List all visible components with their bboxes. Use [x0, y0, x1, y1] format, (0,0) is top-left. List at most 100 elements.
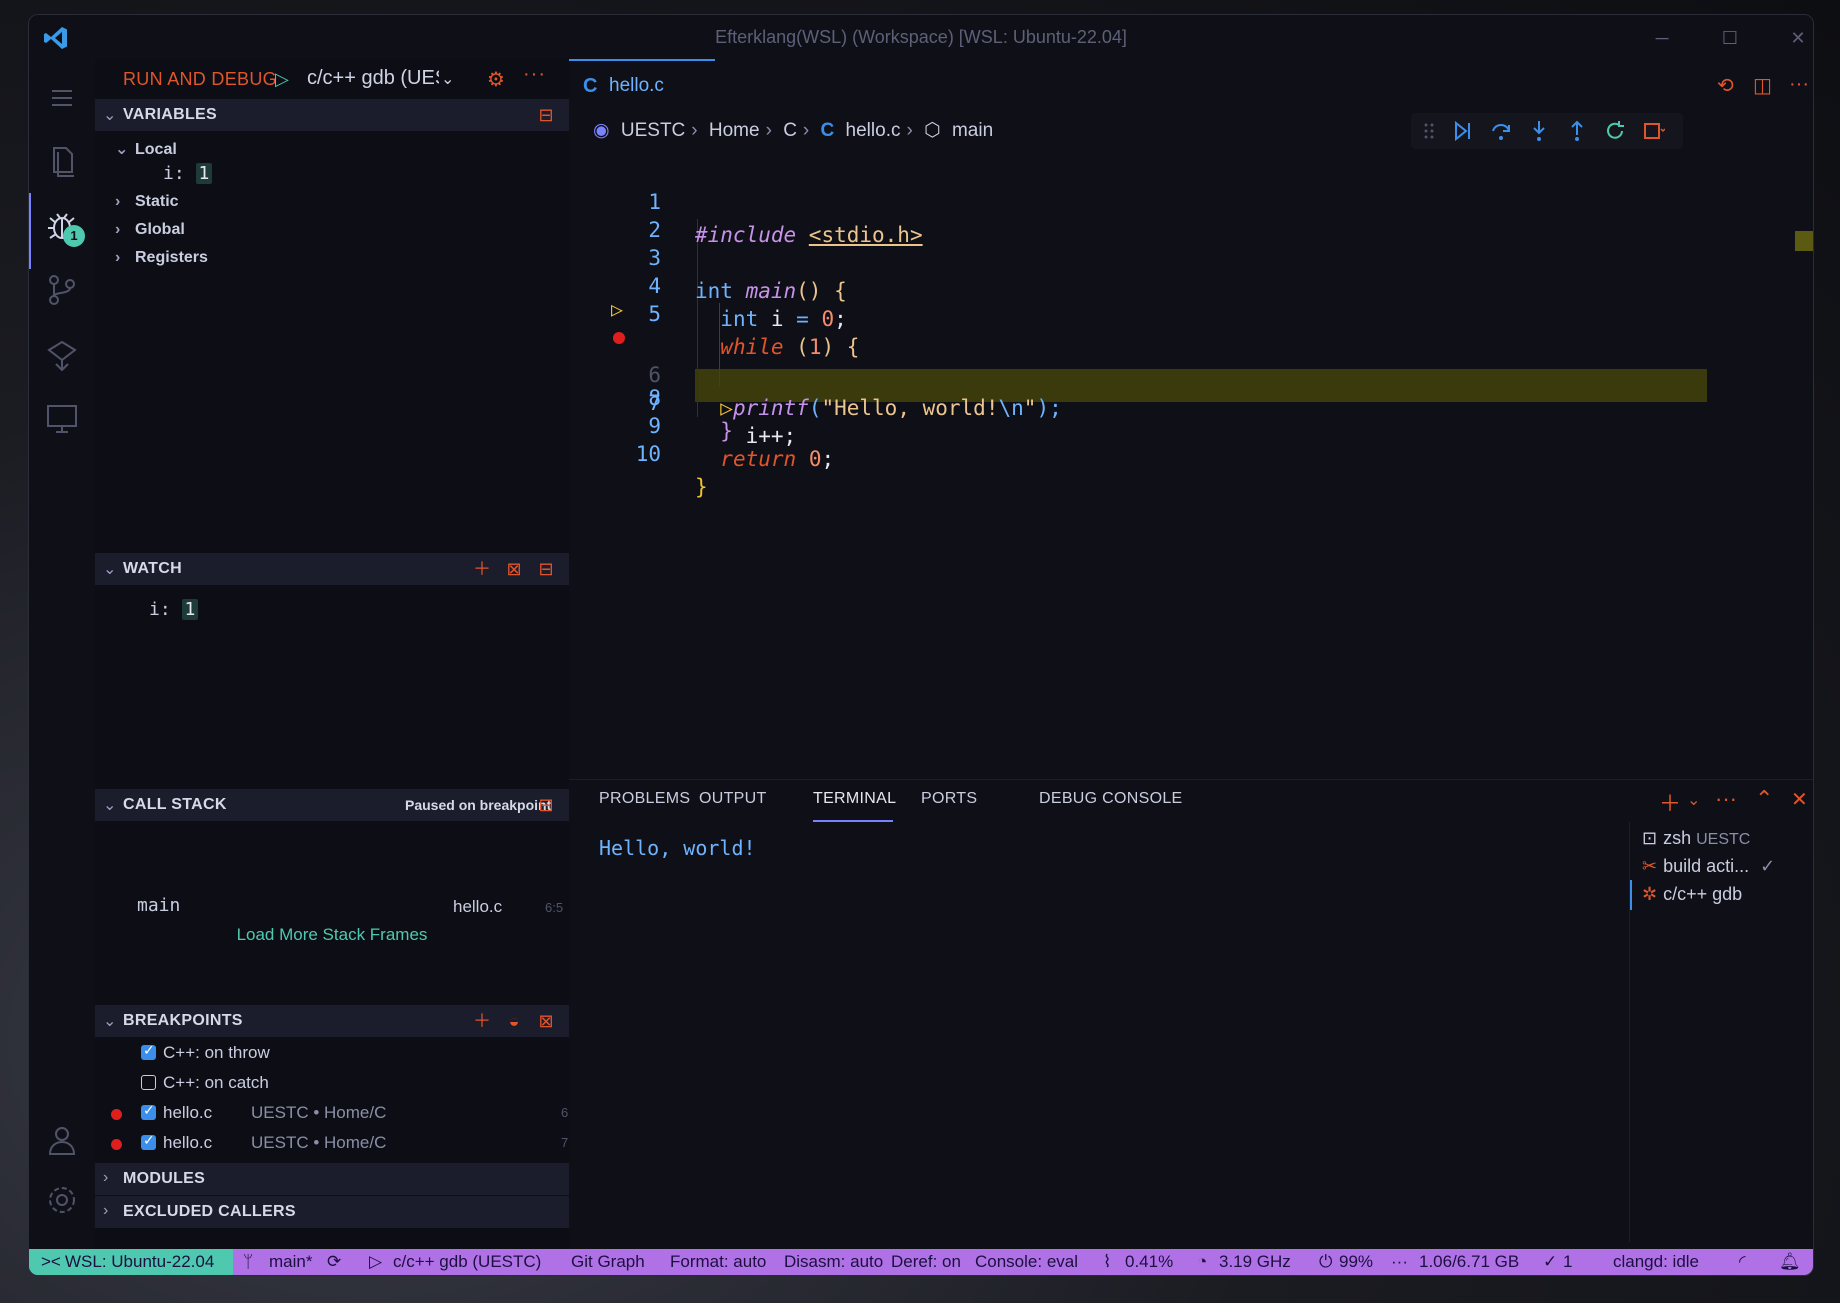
- editor-tab-bar: C hello.c ⟲ ◫ ···: [569, 59, 1813, 111]
- debug-config-select[interactable]: c/c++ gdb (UESTC): [307, 67, 439, 90]
- tab-debug-console[interactable]: DEBUG CONSOLE: [1039, 790, 1183, 808]
- toggle-breakpoints-icon[interactable]: ◒: [503, 1010, 525, 1032]
- continue-icon[interactable]: [1451, 119, 1477, 143]
- start-debug-icon[interactable]: ▷: [275, 69, 289, 90]
- variables-header[interactable]: ⌄ VARIABLES ⊟: [95, 99, 569, 131]
- editor-area: C hello.c ⟲ ◫ ··· ◉ UESTC › Home › C › C he…: [569, 59, 1813, 779]
- collapse-all-icon[interactable]: ⊟: [535, 558, 557, 580]
- debug-session[interactable]: c/c++ gdb (UESTC): [393, 1252, 541, 1272]
- maximize-panel-icon[interactable]: ⌃: [1755, 786, 1773, 812]
- tab-terminal[interactable]: TERMINAL: [813, 790, 896, 808]
- breakpoint-item[interactable]: C++: on catch: [95, 1071, 569, 1098]
- symbol-method-icon: ⬡: [924, 120, 941, 141]
- modules-header[interactable]: › MODULES: [95, 1163, 569, 1195]
- check-count[interactable]: 1: [1563, 1252, 1572, 1272]
- breakpoints-header[interactable]: ⌄ BREAKPOINTS ＋ ◒ ⊠: [95, 1005, 569, 1037]
- debug-bug-icon: ✲: [1642, 884, 1658, 904]
- terminal-output[interactable]: Hello, world!: [599, 836, 756, 860]
- remote-indicator[interactable]: >< WSL: Ubuntu-22.04: [29, 1249, 233, 1275]
- variable-value: 1: [195, 163, 213, 184]
- breadcrumb-item[interactable]: C: [783, 120, 797, 141]
- tree-global[interactable]: › Global: [115, 221, 185, 239]
- more-icon[interactable]: ···: [523, 63, 546, 86]
- chevron-right-icon: ›: [115, 221, 121, 238]
- git-graph[interactable]: Git Graph: [571, 1252, 645, 1272]
- stack-frame[interactable]: main: [137, 895, 180, 916]
- chevron-down-icon[interactable]: ⌄: [441, 69, 454, 89]
- sync-icon[interactable]: ⟳: [327, 1252, 341, 1272]
- breakpoint-item[interactable]: hello.c UESTC • Home/C 6: [95, 1101, 569, 1128]
- breakpoint-checkbox[interactable]: [141, 1075, 156, 1090]
- collapse-all-icon[interactable]: ⊟: [535, 794, 557, 816]
- terminal-item-build[interactable]: ✂ build acti... ✓: [1642, 856, 1775, 877]
- explorer-icon[interactable]: [41, 139, 83, 181]
- callstack-header[interactable]: ⌄ CALL STACK Paused on breakpoint ⊟: [95, 789, 569, 821]
- breadcrumb-item[interactable]: Home: [709, 120, 760, 141]
- settings-gear-icon[interactable]: [41, 1179, 83, 1221]
- watch-title: WATCH: [123, 560, 182, 577]
- stop-icon[interactable]: [1641, 119, 1667, 143]
- terminal-item-gdb[interactable]: ✲ c/c++ gdb: [1642, 884, 1742, 905]
- maximize-button[interactable]: ☐: [1717, 25, 1743, 51]
- watch-header[interactable]: ⌄ WATCH ＋ ⊠ ⊟: [95, 553, 569, 585]
- more-icon[interactable]: ···: [1789, 73, 1809, 96]
- collapse-all-icon[interactable]: ⊟: [535, 104, 557, 126]
- bell-icon[interactable]: 🔔︎: [1779, 1252, 1801, 1272]
- tree-registers[interactable]: › Registers: [115, 249, 208, 267]
- extensions-icon[interactable]: [41, 335, 83, 377]
- add-breakpoint-icon[interactable]: ＋: [471, 1010, 493, 1032]
- breakpoint-checkbox[interactable]: [141, 1042, 156, 1060]
- variables-title: VARIABLES: [123, 106, 217, 123]
- console-status[interactable]: Console: eval: [975, 1252, 1078, 1272]
- timeline-icon[interactable]: ⟲: [1717, 73, 1734, 98]
- excluded-callers-header[interactable]: › EXCLUDED CALLERS: [95, 1196, 569, 1228]
- breadcrumb-item[interactable]: UESTC: [621, 120, 685, 141]
- breakpoint-checkbox[interactable]: [141, 1102, 156, 1120]
- source-control-icon[interactable]: [41, 269, 83, 311]
- breakpoint-checkbox[interactable]: [141, 1132, 156, 1150]
- step-over-icon[interactable]: [1489, 119, 1515, 143]
- remote-explorer-icon[interactable]: [41, 397, 83, 439]
- remove-all-breakpoints-icon[interactable]: ⊠: [535, 1010, 557, 1032]
- breakpoint-dot-icon[interactable]: [613, 332, 625, 344]
- deref-status[interactable]: Deref: on: [891, 1252, 961, 1272]
- variable-i[interactable]: i: 1: [163, 163, 213, 184]
- tab-ports[interactable]: PORTS: [921, 790, 977, 808]
- split-editor-icon[interactable]: ◫: [1753, 73, 1772, 98]
- clangd-status[interactable]: clangd: idle: [1613, 1252, 1699, 1272]
- more-icon[interactable]: ···: [1715, 786, 1737, 812]
- tree-local[interactable]: ⌄ Local: [115, 139, 177, 159]
- close-panel-icon[interactable]: ✕: [1791, 787, 1808, 812]
- drag-handle-icon[interactable]: [1417, 119, 1443, 143]
- breadcrumb-item[interactable]: main: [952, 120, 993, 141]
- minimize-button[interactable]: ─: [1649, 25, 1675, 51]
- new-terminal-icon[interactable]: ＋: [1659, 786, 1681, 818]
- tab-output[interactable]: OUTPUT: [699, 790, 767, 808]
- format-status[interactable]: Format: auto: [670, 1252, 766, 1272]
- account-icon[interactable]: [41, 1119, 83, 1161]
- remote-icon: ><: [41, 1252, 61, 1271]
- scrollbar-marker[interactable]: [1795, 231, 1813, 251]
- add-watch-icon[interactable]: ＋: [471, 558, 493, 580]
- step-out-icon[interactable]: [1565, 119, 1591, 143]
- git-branch[interactable]: main*: [269, 1252, 312, 1272]
- tree-static[interactable]: › Static: [115, 193, 179, 211]
- gear-icon[interactable]: ⚙: [487, 67, 505, 92]
- step-into-icon[interactable]: [1527, 119, 1553, 143]
- close-window-button[interactable]: ✕: [1785, 25, 1811, 51]
- watch-item[interactable]: i: 1: [149, 599, 199, 620]
- restart-icon[interactable]: [1603, 119, 1629, 143]
- disasm-status[interactable]: Disasm: auto: [784, 1252, 883, 1272]
- tab-hello-c[interactable]: C hello.c: [569, 59, 715, 111]
- breadcrumb-item[interactable]: hello.c: [846, 120, 901, 141]
- remove-all-icon[interactable]: ⊠: [503, 558, 525, 580]
- chevron-down-icon[interactable]: ⌄: [1687, 790, 1700, 810]
- breakpoint-item[interactable]: hello.c UESTC • Home/C 7: [95, 1131, 569, 1158]
- breakpoint-item[interactable]: C++: on throw: [95, 1041, 569, 1068]
- callstack-title: CALL STACK: [123, 796, 227, 813]
- load-more-frames-link[interactable]: Load More Stack Frames: [95, 925, 569, 945]
- terminal-item-zsh[interactable]: ⊡ zsh UESTC: [1642, 828, 1750, 849]
- tab-problems[interactable]: PROBLEMS: [599, 790, 690, 808]
- menu-icon[interactable]: [41, 77, 83, 119]
- callstack-status: Paused on breakpoint: [405, 797, 552, 813]
